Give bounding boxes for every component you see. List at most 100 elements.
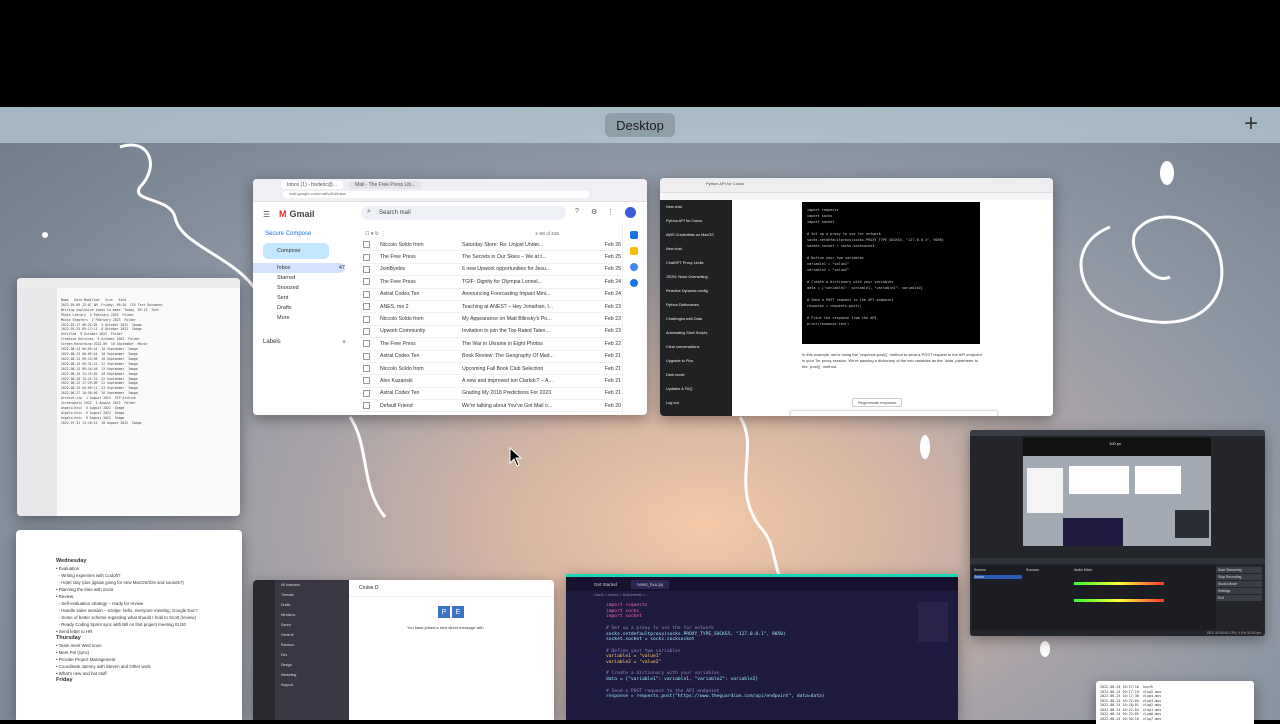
sidebar-item-more[interactable]: More [253,313,353,323]
channel-item[interactable]: Random [275,640,349,650]
sidebar-item-starred[interactable]: Starred [253,273,353,283]
row-checkbox[interactable] [363,365,370,372]
row-checkbox[interactable] [363,278,370,285]
chat-history-item[interactable]: Log out [660,396,732,410]
search-mail-input[interactable]: ⌕ Search mail [361,206,566,220]
notes-window[interactable]: Wednesday• Evaluation ◦ Writing expenses… [16,530,242,720]
chat-history-item[interactable]: Upgrade to Plus [660,354,732,368]
hamburger-menu-icon[interactable]: ☰ [263,210,270,219]
row-checkbox[interactable] [363,353,370,360]
chat-history-item[interactable]: Clear conversations [660,340,732,354]
obs-control-button[interactable]: Exit [1216,595,1262,601]
messaging-window[interactable]: All channelsThreadsDraftsMentionsSavedGe… [253,580,554,720]
add-space-button[interactable]: + [1240,113,1262,135]
chat-history-item[interactable]: ChatGPT Proxy Limits [660,256,732,270]
file-row[interactable]: 2022-07-31 14:16:41 10 August 2022 Image [61,421,163,426]
email-row[interactable]: Niccolo Soldo fromSaturday Store: Re: Un… [359,239,621,251]
desktop-space-thumbnail[interactable]: Desktop [605,113,675,137]
settings-gear-icon[interactable]: ⚙ [591,208,597,216]
secure-compose-button[interactable]: Secure Compose [253,229,353,239]
email-row[interactable]: JoinByebis6 new Upwork opportunities for… [359,264,621,276]
chat-history-item[interactable]: Python API for Cosco [660,214,732,228]
email-row[interactable]: The Free PressThe Secrets in Our Skies –… [359,251,621,263]
chat-history-item[interactable]: Reactive Dynamic config [660,284,732,298]
sidebar-item-drafts[interactable]: Drafts [253,303,353,313]
email-row[interactable]: Astral Codex TenAnnouncing Forecasting I… [359,289,621,301]
calendar-icon[interactable] [630,231,638,239]
sidebar-item-inbox[interactable]: Inbox47 [253,263,345,273]
email-row[interactable]: Astral Codex TenGrading My 2018 Predicti… [359,388,621,400]
email-row[interactable]: Alex KazanskiA new and improved ton Clar… [359,375,621,387]
channel-item[interactable]: Drafts [275,600,349,610]
browser-tab[interactable]: Inbox (1) - frederic@... [281,181,343,189]
vscode-window[interactable]: Get Started news_hxu.py Users > eliana >… [566,574,958,720]
sidebar-item-sent[interactable]: Sent [253,293,353,303]
email-row[interactable]: The Free PressTGIF: Dignity for Olympia … [359,276,621,288]
tab-get-started[interactable]: Get Started [594,582,617,587]
channel-item[interactable]: Design [275,660,349,670]
row-checkbox[interactable] [363,291,370,298]
address-bar[interactable]: mail.google.com/mail/u/0/#inbox [283,191,589,198]
tasks-icon[interactable] [630,263,638,271]
chat-history-item[interactable]: Updates & FAQ [660,382,732,396]
browser-tab[interactable]: Mail - The Free Press Lib... [349,181,421,189]
apps-grid-icon[interactable]: ⋮ [607,208,614,216]
browser-tab[interactable]: Python API for Cosco [706,181,744,186]
channel-item[interactable]: Threads [275,590,349,600]
chat-history-item[interactable]: Challenges with Data [660,312,732,326]
account-avatar[interactable] [625,207,636,218]
email-row[interactable]: Niccolo Soldo fromMy Appearance on Matt … [359,313,621,325]
chat-history-item[interactable]: New chat [660,200,732,214]
tab-python-file[interactable]: news_hxu.py [631,580,669,589]
code-editor[interactable]: import requestsimport socksimport socket… [566,597,958,700]
channel-item[interactable]: Dev [275,650,349,660]
obs-control-button[interactable]: Stop Recording [1216,574,1262,580]
row-checkbox[interactable] [363,390,370,397]
email-row[interactable]: ANES, me 2Teaching at ANES? – Hey Jonath… [359,301,621,313]
file-row[interactable]: Writing explosive ideas to make Today, 0… [61,308,163,313]
chatgpt-browser-window[interactable]: Python API for Cosco New chatPython API … [660,178,1053,416]
channel-item[interactable]: Mentions [275,610,349,620]
row-checkbox[interactable] [363,377,370,384]
channel-item[interactable]: Saved [275,620,349,630]
obs-window[interactable]: 100 px Scenes Scene Sources Audio Mixer … [970,430,1265,636]
select-all-checkbox[interactable]: ☐ ▾ ↻ ⋮ [365,231,385,237]
sidebar-item-snoozed[interactable]: Snoozed [253,283,353,293]
channel-item[interactable]: General [275,630,349,640]
add-label-icon[interactable]: + [342,339,346,346]
obs-control-button[interactable]: Start Streaming [1216,567,1262,573]
row-checkbox[interactable] [363,254,370,261]
channel-item[interactable]: All channels [275,580,349,590]
chat-history-item[interactable]: Python Dictionaries [660,298,732,312]
row-checkbox[interactable] [363,316,370,323]
row-checkbox[interactable] [363,241,370,248]
email-row[interactable]: Astral Codex TenBook Review: The Geograp… [359,351,621,363]
channel-item[interactable]: Marketing [275,670,349,680]
chat-history-item[interactable]: New chat [660,242,732,256]
chat-history-item[interactable]: JSON: None Overwriting [660,270,732,284]
email-row[interactable]: The Free PressWhy Students in Kentucky H… [359,412,621,415]
terminal-window[interactable]: 2022-08-24 10:17:16 hsxfh2022-08-24 10:1… [1096,681,1254,724]
contacts-icon[interactable] [630,279,638,287]
email-row[interactable]: Default FriendWe're talking about You've… [359,400,621,412]
row-checkbox[interactable] [363,328,370,335]
obs-control-button[interactable]: Studio Mode [1216,581,1262,587]
row-checkbox[interactable] [363,340,370,347]
chat-history-item[interactable]: Dark mode [660,368,732,382]
email-row[interactable]: Upwork CommunityInvitation to join the T… [359,326,621,338]
row-checkbox[interactable] [363,402,370,409]
row-checkbox[interactable] [363,303,370,310]
chat-history-item[interactable]: Automating Shell Scripts [660,326,732,340]
chat-history-item[interactable]: AWS Credentials on MacOS [660,228,732,242]
obs-control-button[interactable]: Settings [1216,588,1262,594]
channel-item[interactable]: Support [275,680,349,690]
obs-preview[interactable]: 100 px [1023,438,1211,546]
scene-item[interactable]: Scene [974,575,1022,579]
email-row[interactable]: The Free PressThe War in Ukraine in Eigh… [359,338,621,350]
keep-icon[interactable] [630,247,638,255]
email-row[interactable]: Niccolo Soldo fromUpcoming Fall Book Clu… [359,363,621,375]
help-icon[interactable]: ? [575,208,579,215]
message-input[interactable] [790,410,998,416]
gmail-window[interactable]: Inbox (1) - frederic@... Mail - The Free… [253,179,647,415]
row-checkbox[interactable] [363,266,370,273]
